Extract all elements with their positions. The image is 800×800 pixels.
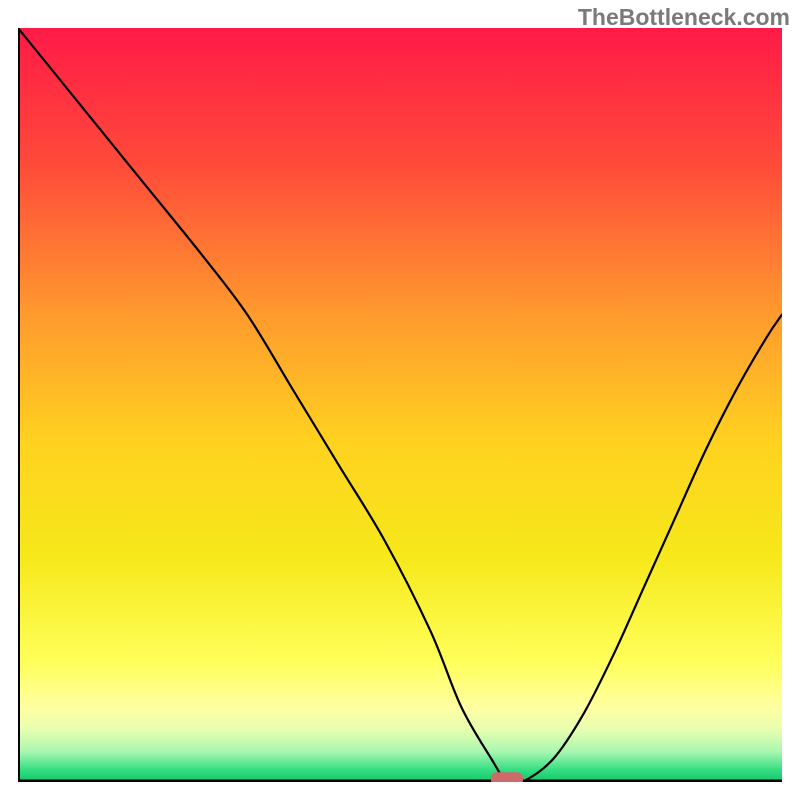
chart-plot [18,28,782,782]
chart-svg [18,28,782,782]
gradient-background [18,28,782,782]
watermark-label: TheBottleneck.com [578,4,790,31]
chart-container: TheBottleneck.com [0,0,800,800]
optimal-marker [491,772,523,782]
